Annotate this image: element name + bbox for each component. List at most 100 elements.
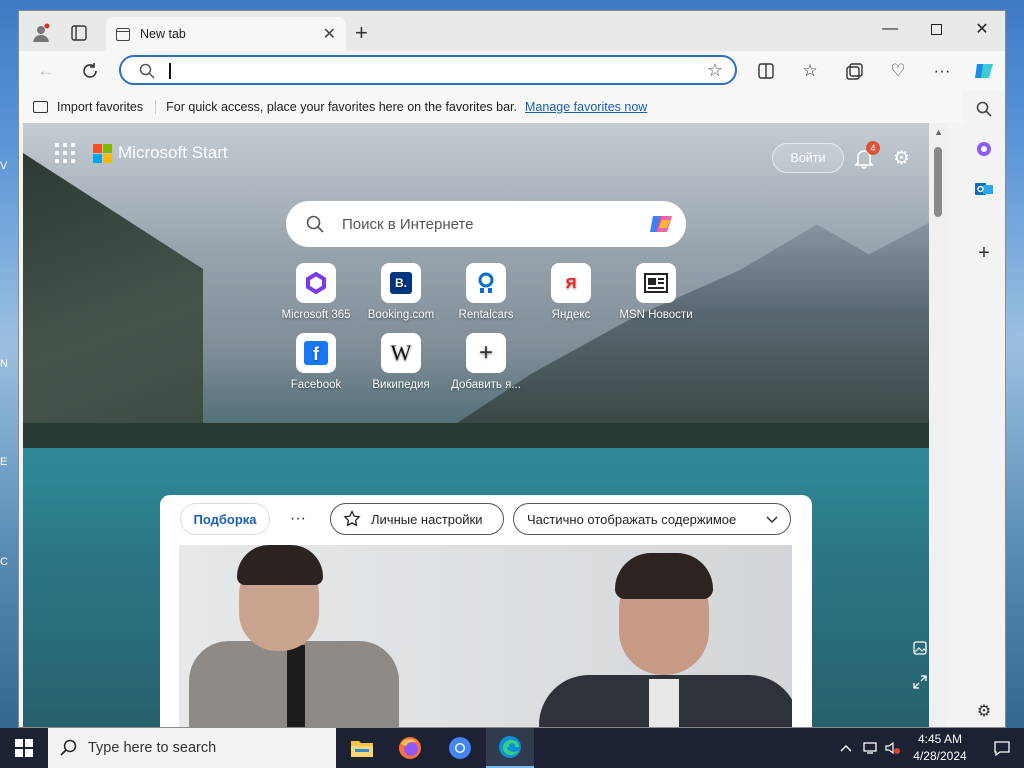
address-bar[interactable]: ☆ — [119, 55, 737, 85]
copilot-icon[interactable] — [969, 57, 999, 85]
quick-link-label: Rentalcars — [458, 309, 514, 321]
quick-link-label: Booking.com — [367, 309, 435, 321]
booking-icon: B. — [381, 263, 421, 303]
network-icon[interactable] — [860, 728, 882, 768]
outlook-icon[interactable] — [970, 175, 998, 203]
sign-in-button[interactable]: Войти — [772, 143, 844, 173]
maximize-button[interactable] — [913, 15, 959, 43]
quick-link-add[interactable]: + Добавить я... — [441, 333, 531, 391]
add-icon: + — [466, 333, 506, 373]
more-options-button[interactable]: ··· — [288, 503, 308, 535]
desktop-icon-fragment[interactable]: V — [0, 160, 18, 172]
add-favorite-icon[interactable]: ☆ — [707, 60, 723, 81]
add-sidebar-app-icon[interactable]: + — [970, 239, 998, 267]
chrome-icon[interactable] — [436, 728, 484, 768]
notification-badge: 4 — [866, 141, 880, 155]
sidebar-settings-icon[interactable]: ⚙ — [970, 697, 998, 725]
copilot-sidebar-icon[interactable] — [970, 135, 998, 163]
volume-muted-icon[interactable] — [882, 728, 904, 768]
search-icon — [60, 739, 77, 756]
facebook-icon: f — [296, 333, 336, 373]
manage-favorites-link[interactable]: Manage favorites now — [525, 100, 647, 114]
content-visibility-label: Частично отображать содержимое — [527, 511, 737, 527]
edge-sidebar: + ⚙ — [963, 91, 1005, 727]
show-hidden-icons[interactable] — [836, 728, 856, 768]
desktop-icon-fragment[interactable]: N — [0, 358, 18, 370]
browser-essentials-icon[interactable]: ♡ — [883, 57, 913, 85]
chevron-down-icon — [766, 516, 778, 524]
desktop-icon-fragment[interactable]: C — [0, 556, 18, 568]
quick-link-yandex[interactable]: Я Яндекс — [526, 263, 616, 321]
tab-actions-icon[interactable] — [65, 19, 93, 47]
start-button[interactable] — [0, 728, 48, 768]
minimize-button[interactable]: — — [867, 15, 913, 43]
system-clock[interactable]: 4:45 AM 4/28/2024 — [902, 731, 978, 765]
new-tab-button[interactable]: + — [355, 22, 368, 44]
favorites-icon[interactable]: ☆ — [795, 57, 825, 85]
taskbar-search-box[interactable]: Type here to search — [48, 728, 336, 768]
import-favorites-label: Import favorites — [57, 100, 144, 114]
profile-icon[interactable] — [27, 19, 55, 47]
quick-link-label: MSN Новости — [619, 309, 693, 321]
content-visibility-dropdown[interactable]: Частично отображать содержимое — [513, 503, 791, 535]
clock-time: 4:45 AM — [917, 732, 963, 746]
back-icon[interactable]: ← — [31, 57, 61, 85]
new-tab-page-icon — [116, 27, 130, 41]
quick-link-label: Яндекс — [551, 309, 591, 321]
quick-link-facebook[interactable]: f Facebook — [271, 333, 361, 391]
favorites-bar: Import favorites For quick access, place… — [19, 91, 965, 123]
clock-date: 4/28/2024 — [913, 749, 967, 763]
browser-window: New tab ✕ + — ✕ ← ☆ ☆ ♡ ··· Import favor… — [18, 10, 1006, 728]
page-scrollbar[interactable]: ▲ — [929, 123, 947, 727]
quick-link-booking[interactable]: B. Booking.com — [356, 263, 446, 321]
quick-link-msn-news[interactable]: MSN Новости — [611, 263, 701, 321]
text-caret — [169, 63, 171, 79]
brand-title[interactable]: Microsoft Start — [118, 143, 228, 163]
import-icon — [33, 101, 48, 113]
quick-link-label: Добавить я... — [451, 379, 521, 391]
file-explorer-icon[interactable] — [338, 728, 386, 768]
wikipedia-icon: W — [381, 333, 421, 373]
copilot-icon[interactable] — [648, 210, 676, 238]
expand-icon[interactable] — [913, 675, 927, 693]
address-search-icon — [139, 63, 155, 79]
microsoft-logo-icon — [93, 143, 112, 163]
background-image-icon[interactable] — [913, 641, 927, 659]
settings-more-icon[interactable]: ··· — [927, 57, 957, 85]
scroll-up-icon[interactable]: ▲ — [934, 127, 943, 137]
page-settings-icon[interactable]: ⚙ — [893, 147, 910, 170]
featured-article-image[interactable] — [179, 545, 792, 727]
toolbar: ← ☆ ☆ ♡ ··· — [19, 51, 1005, 91]
collections-icon[interactable] — [839, 57, 869, 85]
rentalcars-icon — [466, 263, 506, 303]
firefox-icon[interactable] — [386, 728, 434, 768]
brand-header: Microsoft Start — [55, 143, 228, 163]
search-icon[interactable] — [970, 95, 998, 123]
scrollbar-thumb[interactable] — [934, 147, 942, 217]
tab-new-tab[interactable]: New tab ✕ — [106, 17, 346, 51]
web-search-box[interactable]: Поиск в Интернете — [286, 201, 686, 247]
refresh-icon[interactable] — [75, 57, 105, 85]
web-search-placeholder: Поиск в Интернете — [342, 215, 474, 233]
windows-logo-icon — [15, 739, 33, 757]
split-screen-icon[interactable] — [751, 57, 781, 85]
tab-picks[interactable]: Подборка — [180, 503, 270, 535]
start-page: Microsoft Start Войти 4 ⚙ Поиск в Интерн… — [23, 123, 947, 727]
background-mountain — [427, 213, 947, 443]
apps-launcher-icon[interactable] — [55, 143, 75, 163]
quick-link-wikipedia[interactable]: W Википедия — [356, 333, 446, 391]
personalize-button[interactable]: Личные настройки — [330, 503, 504, 535]
background-mountain — [23, 153, 203, 443]
quick-link-microsoft-365[interactable]: Microsoft 365 — [271, 263, 361, 321]
close-window-button[interactable]: ✕ — [959, 15, 1005, 43]
personalize-label: Личные настройки — [371, 511, 483, 527]
personalize-icon — [343, 510, 361, 527]
notifications-center-icon[interactable] — [980, 728, 1024, 768]
quick-link-label: Facebook — [290, 379, 342, 391]
import-favorites-button[interactable]: Import favorites — [33, 100, 157, 114]
quick-link-rentalcars[interactable]: Rentalcars — [441, 263, 531, 321]
yandex-icon: Я — [551, 263, 591, 303]
desktop-icon-fragment[interactable]: E — [0, 456, 18, 468]
edge-icon[interactable] — [486, 728, 534, 768]
close-tab-icon[interactable]: ✕ — [323, 24, 336, 44]
